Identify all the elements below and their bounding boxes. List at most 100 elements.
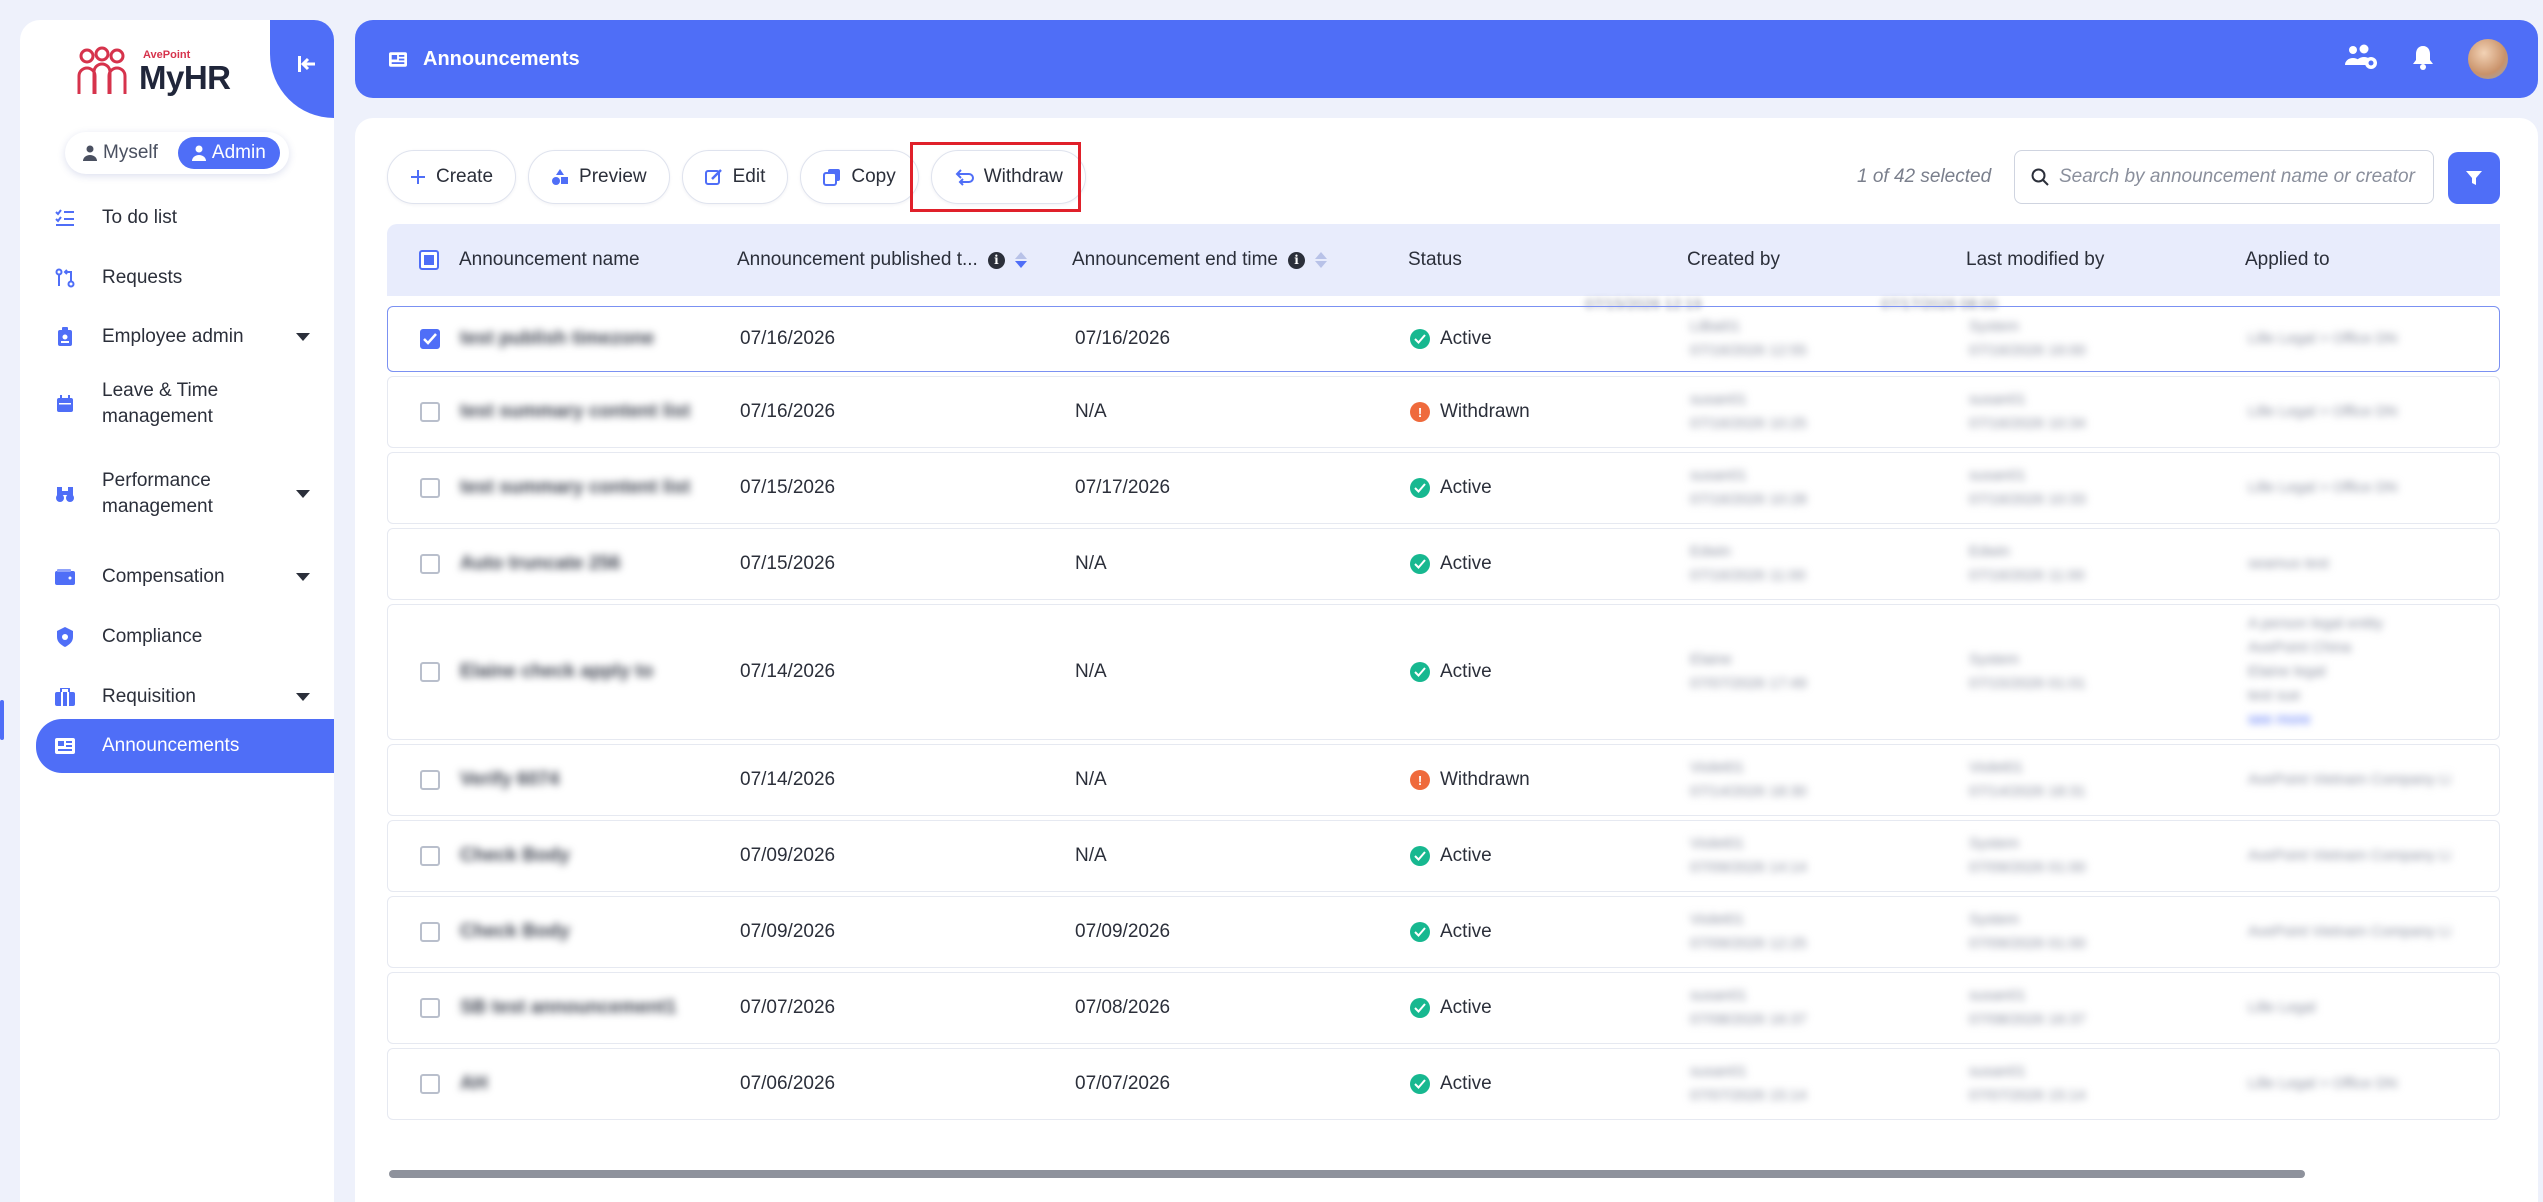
column-last-modified-by[interactable]: Last modified by (1966, 224, 2104, 296)
announcement-name-cell[interactable]: Verify 6074 (460, 745, 559, 815)
create-button[interactable]: Create (387, 150, 517, 204)
created-by-cell: Elaine 07/07/2026 17:49 (1690, 605, 1807, 739)
announcement-name[interactable]: AH (460, 1073, 487, 1095)
row-checkbox[interactable] (420, 821, 440, 891)
announcement-name[interactable]: test summary content list (460, 477, 690, 499)
announcement-name-cell[interactable]: Check Body (460, 821, 570, 891)
chevron-down-icon[interactable] (296, 333, 310, 341)
checkbox-icon[interactable] (420, 554, 440, 574)
announcement-name[interactable]: SB test announcement1 (460, 997, 676, 1019)
edit-button[interactable]: Edit (681, 150, 789, 204)
column-announcement-name[interactable]: Announcement name (459, 224, 640, 296)
brand[interactable]: AvePoint MyHR (75, 36, 231, 108)
announcement-name[interactable]: Check Body (460, 921, 570, 943)
table-row[interactable]: test summary content list 07/16/2026 N/A! W… (387, 376, 2500, 448)
row-checkbox[interactable] (420, 529, 440, 599)
sidebar-item-announcements[interactable]: Announcements (36, 719, 334, 773)
checkbox-icon[interactable] (420, 998, 440, 1018)
sidebar-item-employee-admin[interactable]: Employee admin (20, 309, 334, 365)
table-row[interactable]: Elaine check apply to 07/14/2026 N/A Active… (387, 604, 2500, 740)
chevron-down-icon[interactable] (296, 490, 310, 498)
timestamp: 07/16/2026 10:25 (1690, 415, 1807, 432)
row-checkbox[interactable] (420, 377, 440, 447)
page-title: Announcements (423, 47, 580, 70)
sort-icon[interactable] (1314, 252, 1327, 268)
user-name: susan01 (1969, 391, 2026, 408)
table-row[interactable]: Check Body 07/09/2026 N/A Active Violet01 07/… (387, 820, 2500, 892)
table-row[interactable]: SB test announcement1 07/07/2026 07/08/202… (387, 972, 2500, 1044)
sidebar-item-compliance[interactable]: Compliance (20, 609, 334, 665)
checkbox-icon[interactable] (420, 922, 440, 942)
status-cell: Active (1410, 453, 1492, 523)
column-applied-to[interactable]: Applied to (2245, 224, 2330, 296)
column-created-by[interactable]: Created by (1687, 224, 1780, 296)
chevron-down-icon[interactable] (296, 693, 310, 701)
bell-icon[interactable] (2412, 44, 2434, 75)
mode-admin-button[interactable]: Admin (177, 137, 280, 169)
checkbox-icon[interactable] (420, 402, 440, 422)
checkbox-icon[interactable] (420, 770, 440, 790)
row-checkbox[interactable] (420, 745, 440, 815)
table-row[interactable]: test publish timezone 07/16/2026 07/16/202… (387, 306, 2500, 372)
filter-button[interactable] (2448, 152, 2500, 204)
sidebar-item-to-do-list[interactable]: To do list (20, 190, 334, 246)
info-icon[interactable]: i (1287, 251, 1305, 269)
row-checkbox[interactable] (420, 453, 440, 523)
sidebar-item-requests[interactable]: Requests (20, 250, 334, 306)
timestamp: 07/16/2026 12:55 (1690, 342, 1807, 359)
announcement-name[interactable]: Elaine check apply to (460, 661, 653, 683)
checkbox-icon[interactable] (420, 662, 440, 682)
table-row[interactable]: AH 07/06/2026 07/07/2026 Active susan01 07/07… (387, 1048, 2500, 1120)
column-status[interactable]: Status (1408, 224, 1462, 296)
announcement-name[interactable]: Verify 6074 (460, 769, 559, 791)
column-end-time[interactable]: Announcement end time i (1072, 224, 1327, 296)
chevron-down-icon[interactable] (296, 573, 310, 581)
select-all-checkbox[interactable] (419, 224, 439, 296)
collapse-sidebar-button[interactable] (270, 20, 334, 118)
announcement-name-cell[interactable]: AH (460, 1049, 487, 1119)
avatar[interactable] (2468, 39, 2508, 79)
team-settings-icon[interactable] (2344, 43, 2378, 76)
announcement-name[interactable]: test publish timezone (460, 328, 654, 350)
announcement-name[interactable]: Auto truncate 256 (460, 553, 620, 575)
info-icon[interactable]: i (987, 251, 1005, 269)
see-more-link[interactable]: see more (2248, 708, 2383, 732)
user-name: Edwin (1969, 543, 2010, 560)
checkbox-checked-icon[interactable] (420, 329, 440, 349)
column-published-time[interactable]: Announcement published t... i (737, 224, 1027, 296)
checkbox-icon[interactable] (420, 846, 440, 866)
announcement-name-cell[interactable]: Auto truncate 256 (460, 529, 620, 599)
table-row[interactable]: Check Body 07/09/2026 07/09/2026 Active Viol… (387, 896, 2500, 968)
checkbox-icon[interactable] (420, 478, 440, 498)
copy-button[interactable]: Copy (800, 150, 919, 204)
row-checkbox[interactable] (420, 897, 440, 967)
preview-button[interactable]: Preview (528, 150, 670, 204)
checkbox-icon[interactable] (420, 1074, 440, 1094)
sidebar-item-compensation[interactable]: Compensation (20, 549, 334, 605)
announcement-name-cell[interactable]: SB test announcement1 (460, 973, 676, 1043)
user-name: susan01 (1690, 1063, 1747, 1080)
search-input[interactable] (2059, 166, 2419, 188)
announcement-name-cell[interactable]: test publish timezone (460, 307, 654, 371)
row-checkbox[interactable] (420, 605, 440, 739)
announcement-name[interactable]: test summary content list (460, 401, 690, 423)
announcement-name-cell[interactable]: test summary content list (460, 453, 690, 523)
sidebar-item-leave-time[interactable]: Leave & Time management (20, 368, 334, 440)
mode-myself-button[interactable]: Myself (69, 137, 172, 169)
table-row[interactable]: test summary content list 07/15/2026 07/17… (387, 452, 2500, 524)
announcement-name[interactable]: Check Body (460, 845, 570, 867)
sort-icon[interactable] (1014, 252, 1027, 268)
table-row[interactable]: Verify 6074 07/14/2026 N/A! Withdrawn Violet… (387, 744, 2500, 816)
row-checkbox[interactable] (420, 1049, 440, 1119)
sidebar-item-requisition[interactable]: Requisition (20, 669, 334, 725)
user-name: Violet01 (1690, 759, 1744, 776)
table-row[interactable]: Auto truncate 256 07/15/2026 N/A Active Edwi… (387, 528, 2500, 600)
announcement-name-cell[interactable]: Elaine check apply to (460, 605, 653, 739)
sidebar-item-performance[interactable]: Performance management (20, 458, 334, 530)
row-checkbox[interactable] (420, 307, 440, 371)
search-box[interactable] (2014, 150, 2434, 204)
horizontal-scrollbar[interactable] (389, 1170, 2305, 1178)
announcement-name-cell[interactable]: Check Body (460, 897, 570, 967)
announcement-name-cell[interactable]: test summary content list (460, 377, 690, 447)
row-checkbox[interactable] (420, 973, 440, 1043)
